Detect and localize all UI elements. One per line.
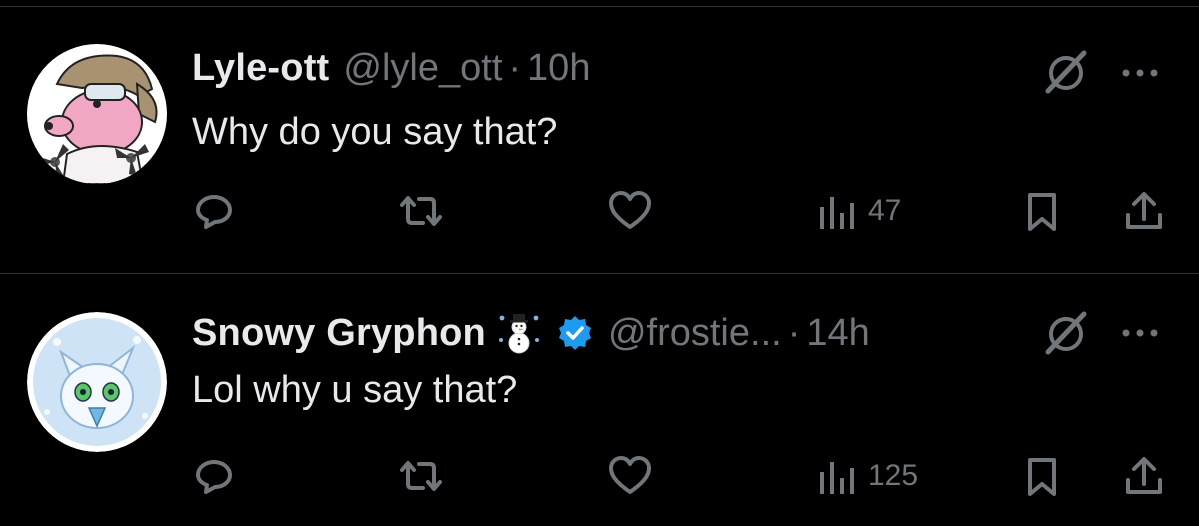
verified-badge-icon[interactable]	[556, 314, 594, 352]
tweet-text: Lol why u say that?	[192, 369, 518, 411]
retweet-icon	[400, 461, 442, 491]
tweet-header: Lyle-ott @lyle_ott · 10h	[192, 43, 590, 93]
username-handle[interactable]: @frostie...	[608, 312, 782, 355]
views-icon	[820, 462, 854, 494]
views-count: 47	[868, 194, 902, 227]
views-count: 125	[868, 459, 919, 492]
action-bar: 125	[0, 448, 1199, 504]
separator-dot: ·	[787, 311, 801, 354]
tweet-lyle-ott[interactable]: Lyle-ott @lyle_ott · 10h Why do you say …	[0, 7, 1199, 273]
timestamp[interactable]: 14h	[806, 312, 869, 355]
more-icon[interactable]	[1118, 63, 1162, 83]
views-button[interactable]: 47	[816, 183, 901, 239]
avatar[interactable]	[27, 44, 167, 184]
like-button[interactable]	[606, 448, 654, 504]
more-icon[interactable]	[1118, 323, 1162, 343]
heart-icon	[609, 191, 651, 229]
separator-dot: ·	[508, 46, 522, 89]
bookmark-button[interactable]	[1022, 448, 1062, 504]
avatar[interactable]	[27, 312, 167, 452]
reply-icon	[196, 460, 232, 494]
reply-button[interactable]	[192, 183, 236, 239]
bookmark-button[interactable]	[1022, 183, 1062, 239]
display-name[interactable]: Lyle-ott	[192, 47, 329, 90]
like-button[interactable]	[606, 183, 654, 239]
reply-icon	[196, 195, 232, 229]
share-button[interactable]	[1122, 448, 1166, 504]
retweet-button[interactable]	[396, 448, 446, 504]
retweet-button[interactable]	[396, 183, 446, 239]
heart-icon	[609, 456, 651, 494]
grok-icon[interactable]	[1040, 308, 1092, 360]
reply-thread: Lyle-ott @lyle_ott · 10h Why do you say …	[0, 0, 1199, 526]
timestamp[interactable]: 10h	[527, 47, 590, 90]
views-button[interactable]: 125	[816, 448, 918, 504]
action-bar: 47	[0, 183, 1199, 239]
snowman-emoji-icon	[496, 310, 542, 356]
bookmark-icon	[1028, 193, 1056, 231]
tweet-header: Snowy Gryphon @frostie... · 14h	[192, 308, 870, 358]
share-button[interactable]	[1122, 183, 1166, 239]
bookmark-icon	[1028, 458, 1056, 496]
views-icon	[820, 197, 854, 229]
reply-button[interactable]	[192, 448, 236, 504]
share-icon	[1126, 457, 1162, 494]
tweet-snowy-gryphon[interactable]: Snowy Gryphon @frostie... · 14h Lol why …	[0, 274, 1199, 526]
share-icon	[1126, 192, 1162, 229]
tweet-text: Why do you say that?	[192, 111, 558, 153]
username-handle[interactable]: @lyle_ott	[343, 47, 502, 90]
display-name[interactable]: Snowy Gryphon	[192, 312, 486, 355]
retweet-icon	[400, 196, 442, 226]
grok-icon[interactable]	[1040, 47, 1092, 99]
